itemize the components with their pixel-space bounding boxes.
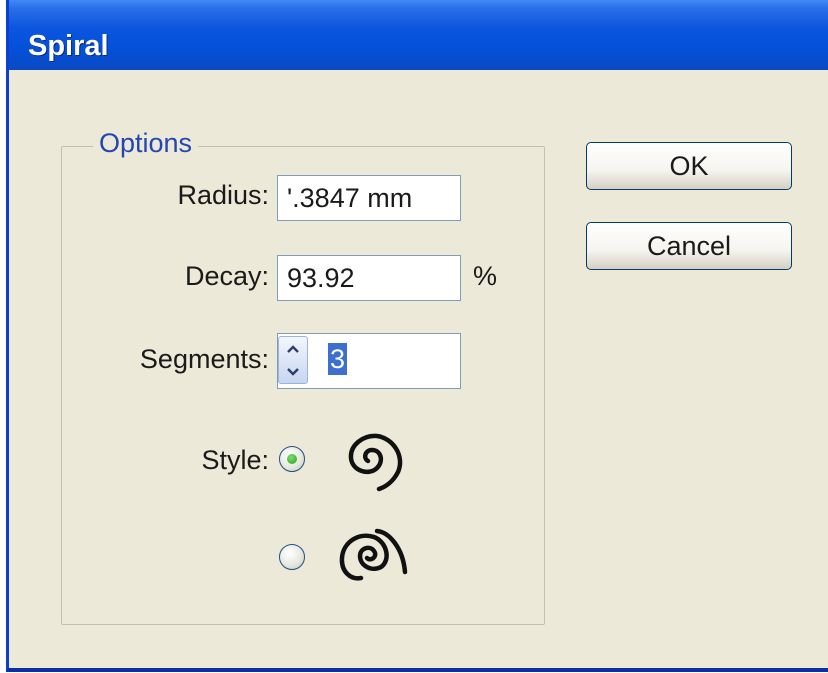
segments-value: 3 [328, 343, 348, 375]
title-bar[interactable]: Spiral [9, 0, 828, 70]
style-label: Style: [201, 445, 269, 475]
stepper-down-button[interactable] [279, 360, 307, 383]
radius-input[interactable]: '.3847 mm [277, 175, 461, 221]
style-radio-counterclockwise[interactable] [279, 544, 305, 570]
spiral-counterclockwise-icon [339, 528, 408, 581]
spiral-clockwise-icon [348, 433, 403, 492]
radio-selected-dot [287, 454, 297, 464]
spiral-dialog: Spiral Options Radius: '.3847 mm Decay: … [6, 0, 828, 672]
decay-label: Decay: [184, 261, 269, 291]
chevron-up-icon [287, 344, 299, 353]
radius-label: Radius: [177, 180, 269, 210]
options-group-label: Options [93, 128, 199, 159]
decay-unit: % [473, 261, 498, 291]
stepper-up-button[interactable] [279, 337, 307, 360]
ok-button[interactable]: OK [586, 142, 792, 190]
chevron-down-icon [287, 367, 299, 376]
decay-input[interactable]: 93.92 [277, 255, 461, 301]
dialog-title: Spiral [28, 30, 109, 62]
segments-stepper[interactable] [278, 336, 308, 384]
style-radio-clockwise[interactable] [279, 446, 305, 472]
cancel-button[interactable]: Cancel [586, 222, 792, 270]
segments-label: Segments: [139, 344, 269, 374]
